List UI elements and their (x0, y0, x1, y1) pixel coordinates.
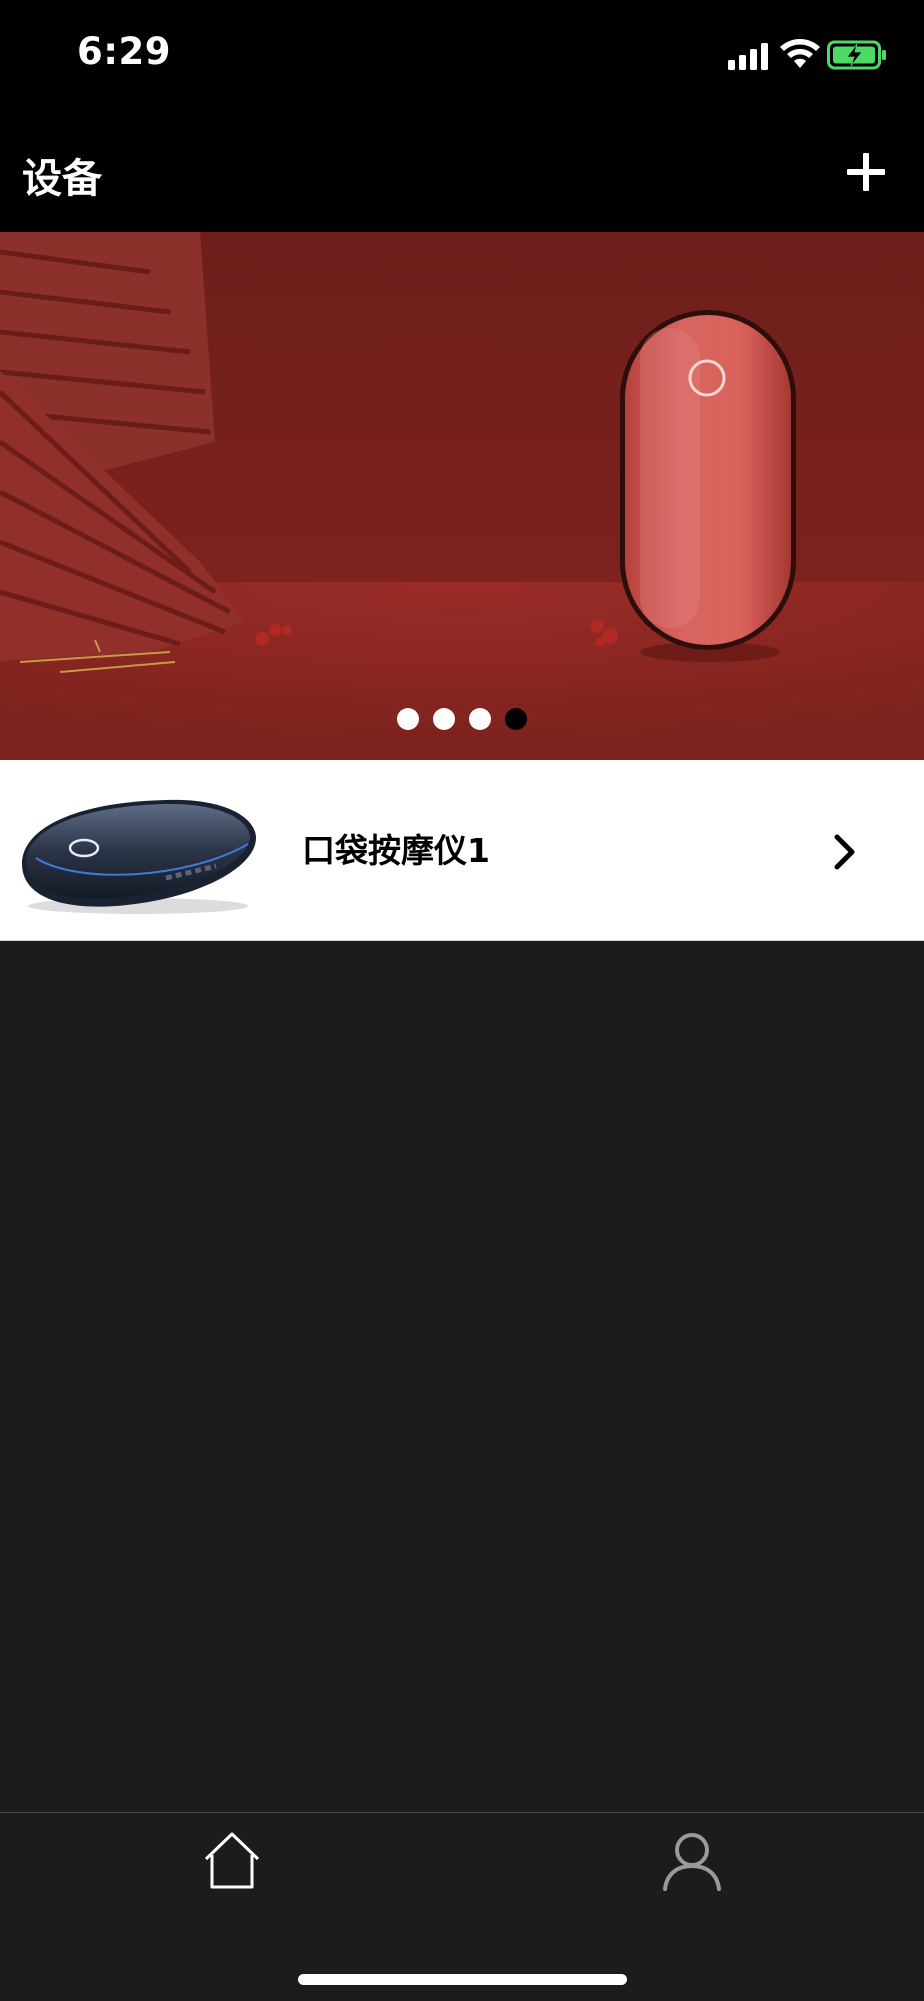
page-title: 设备 (22, 156, 102, 202)
battery-charging-icon (827, 40, 886, 70)
carousel-dot[interactable] (469, 708, 491, 730)
tab-home[interactable] (172, 1813, 292, 1933)
tab-bar (0, 1812, 924, 2001)
status-bar: 6:29 (0, 0, 924, 110)
carousel-dot[interactable] (397, 708, 419, 730)
banner-image (0, 232, 924, 760)
carousel-dot-active[interactable] (505, 708, 527, 730)
banner-carousel[interactable] (0, 232, 924, 760)
add-device-button[interactable] (836, 142, 896, 202)
home-indicator (298, 1974, 627, 1985)
device-list-item[interactable]: 口袋按摩仪1 (0, 760, 924, 941)
status-time: 6:29 (77, 30, 172, 73)
device-thumbnail (22, 799, 256, 914)
user-icon (663, 1833, 721, 1891)
carousel-pagination (0, 708, 924, 734)
tab-profile[interactable] (632, 1813, 752, 1933)
device-name: 口袋按摩仪1 (302, 831, 490, 870)
chevron-right-icon (834, 834, 855, 870)
cellular-signal-icon (728, 43, 768, 70)
carousel-dot[interactable] (433, 708, 455, 730)
home-icon (204, 1832, 260, 1889)
wifi-icon (780, 39, 820, 68)
navigation-header: 设备 (0, 110, 924, 232)
massager-product-image (620, 310, 796, 662)
